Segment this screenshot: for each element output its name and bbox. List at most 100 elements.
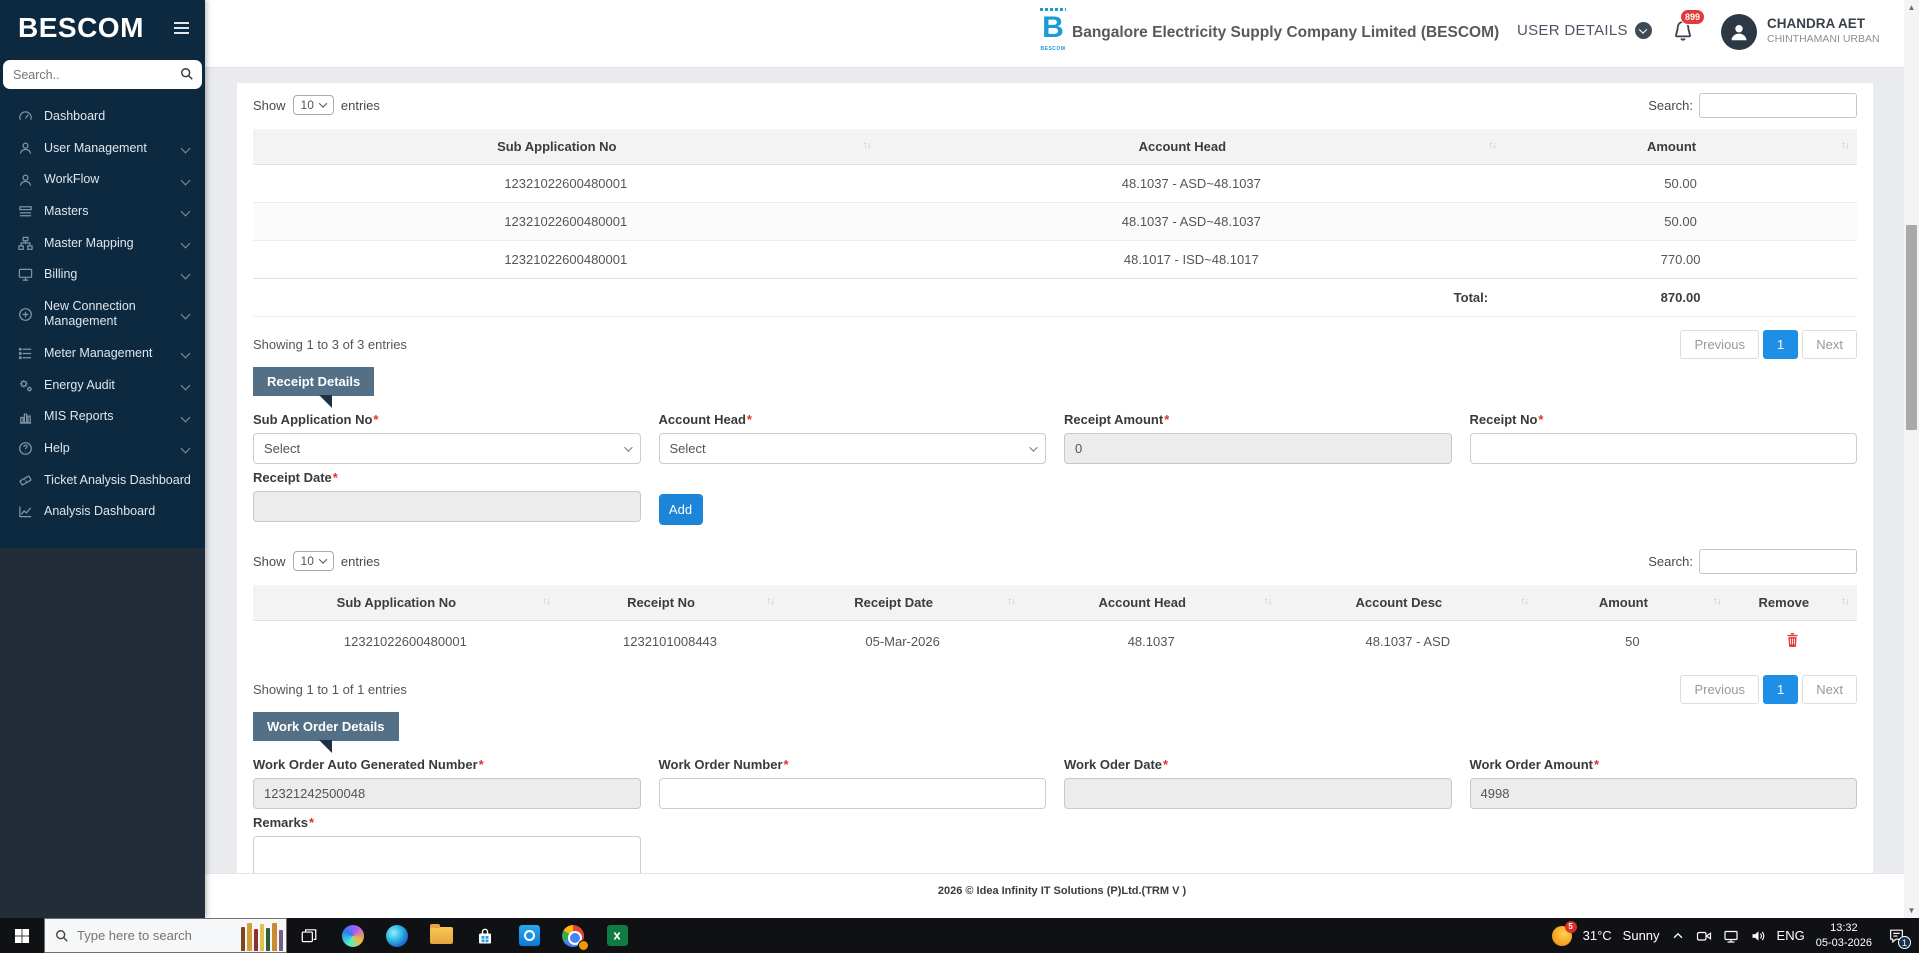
taskbar: 5 31°C Sunny ENG 13:32 05-03-2026 [0, 918, 1919, 953]
action-center-icon[interactable]: 1 [1883, 918, 1911, 953]
notifications-button[interactable]: 899 [1671, 9, 1706, 49]
column-header[interactable]: Account Desc [1279, 585, 1537, 621]
sub-application-no-select[interactable]: Select [253, 433, 641, 464]
bar-chart-icon [18, 410, 33, 425]
language-indicator[interactable]: ENG [1777, 928, 1805, 943]
search-label: Search: [1648, 553, 1693, 569]
column-header[interactable]: Receipt No [557, 585, 783, 621]
table-search-input[interactable] [1699, 92, 1857, 118]
sidebar-item-new-connection-management[interactable]: New Connection Management [0, 291, 205, 338]
meet-now-icon[interactable] [1696, 928, 1712, 944]
scrollbar-thumb[interactable] [1906, 225, 1917, 430]
weather-temperature[interactable]: 31°C [1583, 928, 1612, 943]
taskbar-search-input[interactable] [77, 928, 217, 943]
sidebar-item-user-management[interactable]: User Management [0, 133, 205, 165]
table-search-input[interactable] [1699, 548, 1857, 574]
start-button[interactable] [0, 918, 44, 953]
chevron-down-icon [180, 412, 191, 423]
edge-browser-icon[interactable] [375, 918, 419, 953]
sidebar-item-meter-management[interactable]: Meter Management [0, 338, 205, 370]
excel-icon[interactable] [595, 918, 639, 953]
sort-icon [1713, 596, 1721, 607]
total-value: 870.00 [1504, 278, 1857, 317]
weather-description[interactable]: Sunny [1623, 928, 1660, 943]
work-order-auto-number-field: 12321242500048 [253, 778, 641, 809]
work-order-date-field[interactable] [1064, 778, 1452, 809]
receipt-no-field[interactable] [1469, 433, 1857, 464]
remove-row-button[interactable] [1785, 632, 1800, 651]
sidebar-item-mis-reports[interactable]: MIS Reports [0, 401, 205, 433]
weather-icon[interactable]: 5 [1551, 920, 1577, 946]
search-highlight-image[interactable] [239, 920, 285, 951]
table-row: 12321022600480001 48.1037 - ASD~48.1037 … [253, 164, 1857, 203]
table-info: Showing 1 to 3 of 3 entries [253, 337, 407, 352]
scrollbar-down-button[interactable]: ▼ [1904, 903, 1919, 918]
list-icon [18, 346, 33, 361]
column-header[interactable]: Remove [1728, 585, 1857, 621]
sidebar-item-ticket-analysis-dashboard[interactable]: Ticket Analysis Dashboard [0, 465, 205, 497]
required-marker: * [746, 412, 752, 427]
page-number-button[interactable]: 1 [1763, 330, 1799, 359]
chevron-down-icon [180, 443, 191, 454]
work-order-details-section-title: Work Order Details [253, 712, 399, 753]
sidebar-item-master-mapping[interactable]: Master Mapping [0, 228, 205, 260]
page-size-select[interactable]: 10 [292, 551, 334, 571]
bescom-logo-mark: B [1038, 12, 1068, 46]
sidebar: BESCOM Dashboard User Management WorkFlo… [0, 0, 205, 918]
task-view-button[interactable] [287, 918, 331, 953]
sort-icon [766, 596, 774, 607]
sidebar-item-energy-audit[interactable]: Energy Audit [0, 370, 205, 402]
column-header[interactable]: Amount [1536, 585, 1729, 621]
sort-icon [863, 140, 871, 151]
sidebar-item-dashboard[interactable]: Dashboard [0, 101, 205, 133]
receipt-table: Sub Application No Receipt No Receipt Da… [253, 585, 1857, 662]
outlook-icon[interactable] [507, 918, 551, 953]
user-details-menu[interactable]: USER DETAILS [1517, 22, 1652, 39]
copyright-text: 2026 © Idea Infinity IT Solutions (P)Ltd… [937, 885, 1187, 897]
copilot-icon[interactable] [331, 918, 375, 953]
page-size-select[interactable]: 10 [292, 95, 334, 115]
avatar[interactable] [1721, 14, 1757, 50]
scrollbar-up-button[interactable]: ▲ [1904, 0, 1919, 15]
previous-page-button[interactable]: Previous [1680, 330, 1760, 359]
column-header[interactable]: Sub Application No [253, 129, 879, 165]
total-row: Total: 870.00 [253, 278, 1857, 317]
field-label: Work Oder Date* [1064, 757, 1169, 772]
hamburger-icon[interactable] [172, 18, 191, 38]
column-header[interactable]: Amount [1504, 129, 1857, 165]
chrome-browser-icon[interactable] [551, 918, 595, 953]
column-header[interactable]: Account Head [1022, 585, 1280, 621]
scrollbar[interactable]: ▲ ▼ [1904, 0, 1919, 918]
sidebar-item-analysis-dashboard[interactable]: Analysis Dashboard [0, 496, 205, 528]
chevron-down-icon [180, 206, 191, 217]
field-label: Remarks* [253, 815, 314, 830]
taskbar-clock[interactable]: 13:32 05-03-2026 [1816, 921, 1872, 951]
user-info[interactable]: CHANDRA AET CHINTHAMANI URBAN [1767, 16, 1880, 45]
column-header[interactable]: Receipt Date [782, 585, 1023, 621]
next-page-button[interactable]: Next [1802, 675, 1857, 704]
sidebar-item-workflow[interactable]: WorkFlow [0, 164, 205, 196]
work-order-number-field[interactable] [658, 778, 1046, 809]
page-number-button[interactable]: 1 [1763, 675, 1799, 704]
sidebar-item-help[interactable]: Help [0, 433, 205, 465]
ticket-icon [18, 473, 33, 488]
taskbar-search[interactable] [44, 918, 287, 953]
clock-time: 13:32 [1830, 921, 1858, 934]
sidebar-item-billing[interactable]: Billing [0, 259, 205, 291]
receipt-date-field[interactable] [253, 491, 641, 522]
microsoft-store-icon[interactable] [463, 918, 507, 953]
volume-icon[interactable] [1750, 928, 1766, 944]
add-button[interactable]: Add [658, 494, 703, 525]
sidebar-search-input[interactable] [3, 60, 202, 89]
tray-expand-chevron-icon[interactable] [1671, 929, 1685, 943]
column-header[interactable]: Sub Application No [253, 585, 558, 621]
previous-page-button[interactable]: Previous [1680, 675, 1760, 704]
next-page-button[interactable]: Next [1802, 330, 1857, 359]
column-header[interactable]: Account Head [878, 129, 1505, 165]
field-label: Account Head* [658, 412, 752, 427]
account-head-select[interactable]: Select [658, 433, 1046, 464]
sidebar-item-masters[interactable]: Masters [0, 196, 205, 228]
network-icon[interactable] [1723, 928, 1739, 944]
file-explorer-icon[interactable] [419, 918, 463, 953]
work-order-amount-field: 4998 [1469, 778, 1857, 809]
